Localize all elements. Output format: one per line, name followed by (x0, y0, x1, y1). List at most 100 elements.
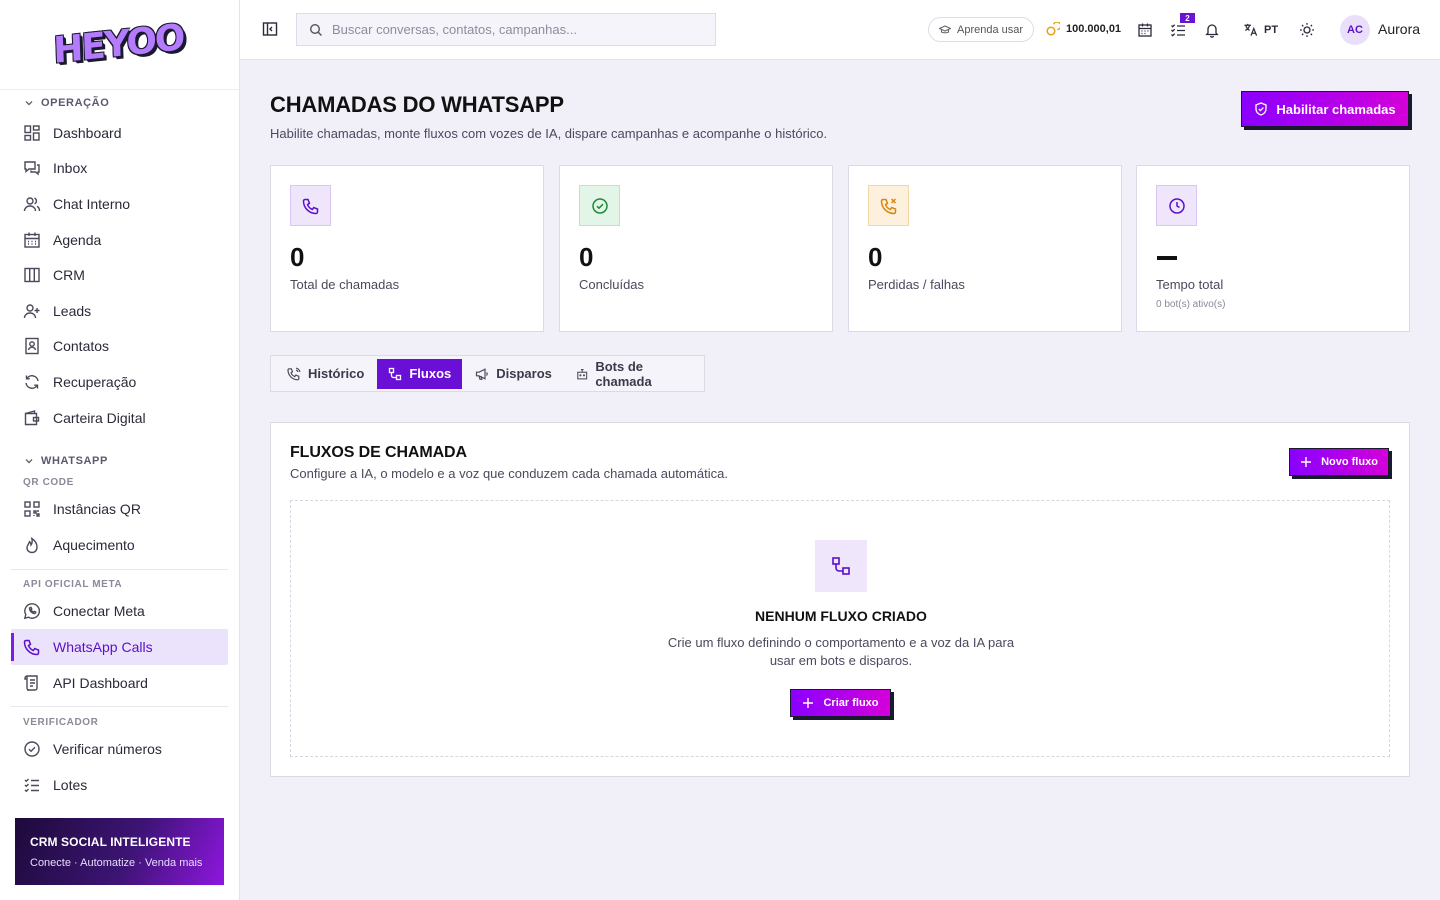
sidebar-item-agenda[interactable]: Agenda (11, 222, 228, 258)
wallet-icon (24, 409, 40, 425)
sidebar-item-inbox[interactable]: Inbox (11, 151, 228, 187)
sidebar-item-label: Aquecimento (53, 536, 135, 553)
coins-icon (1046, 22, 1060, 36)
flow-icon (389, 367, 402, 380)
sidebar-item-instancias-qr[interactable]: Instâncias QR (11, 491, 228, 527)
stat-value: 0 (579, 242, 594, 272)
bell-icon[interactable] (1204, 22, 1220, 38)
language-selector[interactable]: PT (1243, 22, 1278, 37)
sidebar-item-label: Contatos (53, 338, 110, 355)
calendar-icon[interactable] (1137, 22, 1153, 38)
topbar: Aprenda usar 100.000,01 2 PT AC Aurora (240, 0, 1440, 60)
translate-icon (1244, 23, 1258, 36)
phone-missed-icon-box (868, 185, 909, 226)
sidebar-item-lotes[interactable]: Lotes (11, 767, 228, 802)
sidebar-item-label: Instâncias QR (53, 501, 141, 518)
sidebar-item-dashboard[interactable]: Dashboard (11, 115, 228, 151)
tab-label: Fluxos (409, 366, 452, 381)
create-flow-label: Criar fluxo (823, 697, 879, 709)
coin-amount: 100.000,01 (1066, 23, 1122, 35)
page-title: CHAMADAS DO WHATSAPP (270, 92, 564, 117)
empty-state: NENHUM FLUXO CRIADO Crie um fluxo defini… (290, 500, 1390, 757)
sun-icon[interactable] (1299, 22, 1315, 38)
phone-icon-box (290, 185, 331, 226)
section-title: OPERAÇÃO (41, 97, 110, 109)
enable-calls-button[interactable]: Habilitar chamadas (1241, 91, 1409, 127)
sidebar: HEYOO OPERAÇÃO Dashboard Inbox Chat Inte… (0, 0, 240, 900)
stat-note: 0 bot(s) ativo(s) (1156, 299, 1226, 310)
subsection-api-oficial-meta: API OFICIAL META (23, 579, 123, 591)
stat-label: Perdidas / falhas (868, 277, 965, 292)
sidebar-item-contatos[interactable]: Contatos (11, 329, 228, 365)
tab-fluxos[interactable]: Fluxos (377, 358, 463, 389)
sidebar-item-label: Chat Interno (53, 195, 131, 212)
tasks-icon[interactable] (1170, 22, 1186, 38)
promo-title: CRM SOCIAL INTELIGENTE (30, 835, 191, 849)
tab-historico[interactable]: Histórico (276, 359, 375, 389)
tab-bots-de-chamada[interactable]: Bots de chamada (565, 359, 702, 389)
stat-label: Total de chamadas (290, 277, 400, 292)
sidebar-item-whatsapp-calls[interactable]: WhatsApp Calls (11, 629, 228, 665)
create-flow-button[interactable]: Criar fluxo (790, 689, 891, 717)
kanban-icon (24, 267, 40, 283)
chevron-down-icon (25, 459, 33, 464)
flows-panel: FLUXOS DE CHAMADA Configure a IA, o mode… (270, 422, 1410, 777)
check-icon-box (579, 185, 620, 226)
section-operacao[interactable]: OPERAÇÃO (11, 91, 228, 115)
sidebar-item-api-dashboard[interactable]: API Dashboard (11, 665, 228, 701)
flow-icon (832, 557, 850, 575)
subsection-verificador: VERIFICADOR (23, 716, 99, 728)
sidebar-item-label: Leads (53, 302, 92, 319)
stat-card-tempo: Tempo total 0 bot(s) ativo(s) (1136, 165, 1410, 332)
clock-icon (1168, 197, 1185, 214)
page-subtitle: Habilite chamadas, monte fluxos com voze… (270, 126, 828, 141)
qr-code-icon (24, 501, 40, 517)
sidebar-item-crm[interactable]: CRM (11, 257, 228, 293)
sidebar-toggle-icon[interactable] (262, 21, 278, 37)
tab-label: Histórico (308, 366, 365, 381)
sidebar-item-aquecimento[interactable]: Aquecimento (11, 527, 228, 563)
promo-banner[interactable]: CRM SOCIAL INTELIGENTE Conecte · Automat… (15, 818, 224, 885)
stat-value: 0 (290, 242, 305, 272)
empty-state-title: NENHUM FLUXO CRIADO (755, 608, 927, 624)
coin-balance[interactable]: 100.000,01 (1046, 22, 1121, 36)
sidebar-item-recuperacao[interactable]: Recuperação (11, 364, 228, 400)
sidebar-item-verificar-numeros[interactable]: Verificar números (11, 731, 228, 767)
stat-card-perdidas: 0 Perdidas / falhas (848, 165, 1122, 332)
user-name[interactable]: Aurora (1378, 21, 1420, 37)
search-box[interactable] (296, 13, 716, 46)
refresh-icon (25, 375, 39, 389)
section-whatsapp[interactable]: WHATSAPP (11, 449, 228, 473)
sidebar-item-label: Inbox (53, 160, 88, 177)
new-flow-button[interactable]: Novo fluxo (1289, 448, 1389, 476)
logo-area: HEYOO (0, 0, 239, 90)
divider (11, 568, 228, 570)
sidebar-item-label: API Dashboard (53, 674, 148, 691)
search-input[interactable] (332, 22, 702, 37)
graduation-cap-icon (939, 24, 951, 33)
sidebar-item-carteira-digital[interactable]: Carteira Digital (11, 400, 228, 436)
bot-icon (577, 368, 588, 379)
clock-icon-box (1156, 185, 1197, 226)
phone-history-icon (287, 367, 301, 380)
chevron-down-icon (25, 101, 33, 106)
tab-bar: Histórico Fluxos Disparos Bots de chamad… (270, 355, 705, 392)
sidebar-item-chat-interno[interactable]: Chat Interno (11, 186, 228, 222)
subsection-qr-code: QR CODE (23, 476, 74, 488)
stat-card-concluidas: 0 Concluídas (559, 165, 833, 332)
check-circle-icon (24, 741, 40, 757)
sidebar-item-leads[interactable]: Leads (11, 293, 228, 329)
sidebar-item-label: WhatsApp Calls (53, 638, 153, 655)
empty-state-text: Crie um fluxo definindo o comportamento … (667, 635, 1015, 668)
avatar[interactable]: AC (1340, 15, 1370, 45)
grid-icon (24, 125, 40, 141)
list-check-icon (24, 778, 39, 793)
scroll-icon (24, 674, 38, 691)
learn-button[interactable]: Aprenda usar (928, 17, 1035, 42)
sidebar-item-conectar-meta[interactable]: Conectar Meta (11, 594, 228, 630)
brand-logo[interactable]: HEYOO (53, 17, 184, 72)
language-code: PT (1264, 23, 1279, 36)
whatsapp-icon (23, 603, 41, 620)
search-icon (309, 23, 322, 36)
tab-disparos[interactable]: Disparos (464, 359, 563, 389)
